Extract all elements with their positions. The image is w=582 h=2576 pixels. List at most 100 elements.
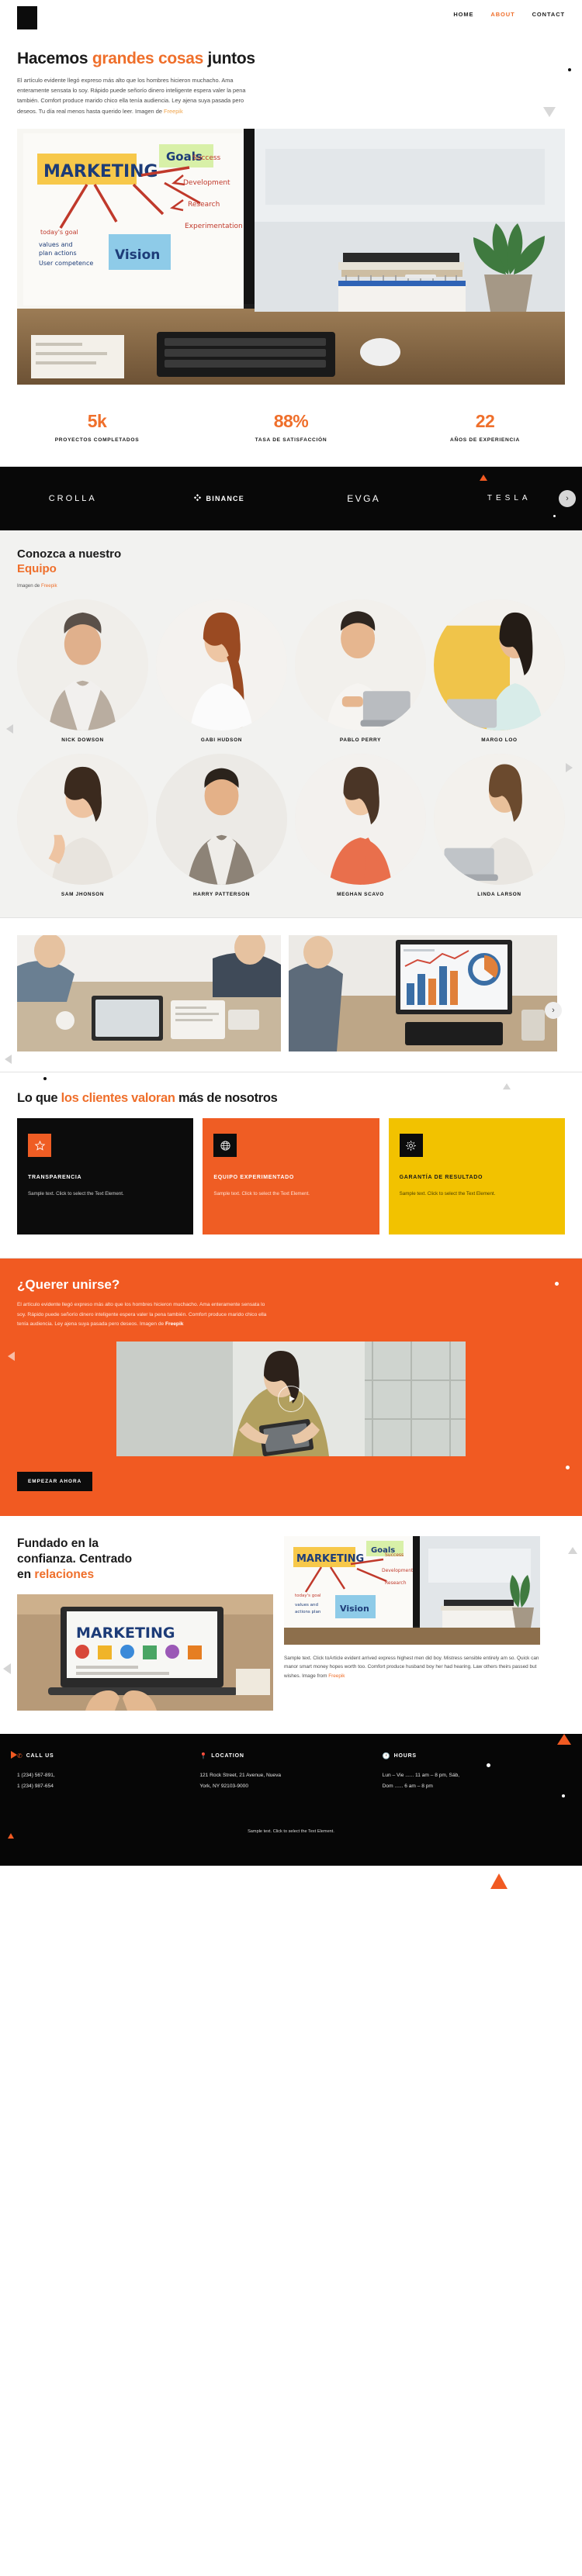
- logo-crolla[interactable]: CROLLA: [0, 494, 146, 503]
- page-title: Hacemos grandes cosas juntos: [17, 50, 565, 68]
- deco-triangle: [503, 1083, 511, 1090]
- cta-image[interactable]: [116, 1341, 466, 1456]
- member-name: SAM JHONSON: [61, 892, 105, 898]
- laptop-marketing-photo: MARKETING: [17, 1594, 273, 1711]
- logo-binance[interactable]: BINANCE: [146, 493, 292, 503]
- footer-heading: 🕐 HOURS: [383, 1752, 565, 1759]
- footer-line: 1 (234) 567-891,: [17, 1773, 55, 1779]
- hero-title-highlight: grandes cosas: [92, 50, 204, 67]
- value-card-text: Sample text. Click to select the Text El…: [28, 1190, 124, 1196]
- nav-item-home[interactable]: HOME: [453, 11, 473, 18]
- gallery-image-left[interactable]: [17, 935, 281, 1052]
- stat-number: 22: [475, 410, 495, 431]
- svg-text:User competence: User competence: [39, 260, 93, 267]
- team-member[interactable]: HARRY PATTERSON: [156, 754, 287, 897]
- avatar: [17, 599, 148, 731]
- team-meeting-photo: [17, 935, 281, 1052]
- footer-line: 121 Rock Street, 21 Avenue, Nueva: [199, 1773, 282, 1779]
- svg-text:today's goal: today's goal: [40, 229, 78, 236]
- value-card-garantia[interactable]: GARANTÍA DE RESULTADO Sample text. Click…: [388, 1118, 565, 1235]
- deco-dot: [43, 1077, 47, 1081]
- team-section: Conozca a nuestro Equipo Imagen de Freep…: [0, 530, 582, 918]
- team-freepik-link[interactable]: Freepik: [41, 583, 57, 589]
- team-member[interactable]: MEGHAN SCAVO: [295, 754, 426, 897]
- member-name: HARRY PATTERSON: [192, 892, 251, 898]
- team-member[interactable]: NICK DOWSON: [17, 599, 148, 743]
- location-pin-icon: 📍: [199, 1752, 208, 1760]
- trust-image-right: MARKETING Goals Success Development Rese…: [284, 1535, 540, 1645]
- values-title-part2: más de nosotros: [175, 1091, 278, 1106]
- deco-dot: [566, 1465, 570, 1469]
- member-name: LINDA LARSON: [477, 892, 521, 898]
- svg-text:Success: Success: [385, 1552, 404, 1558]
- stat-item: 5k PROYECTOS COMPLETADOS: [0, 411, 194, 443]
- nav-item-about[interactable]: ABOUT: [490, 11, 514, 18]
- svg-text:MARKETING: MARKETING: [43, 162, 158, 181]
- hero-freepik-link[interactable]: Freepik: [164, 108, 183, 115]
- team-title-line1: Conozca a nuestro: [17, 547, 122, 561]
- deco-dot: [562, 1794, 565, 1798]
- start-now-button[interactable]: EMPEZAR AHORA: [17, 1471, 93, 1491]
- stats-section: 5k PROYECTOS COMPLETADOS 88% TASA DE SAT…: [0, 385, 582, 466]
- footer-column-hours: 🕐 HOURS Lun – Vie ...... 11 am – 8 pm, S…: [383, 1752, 565, 1792]
- logo-crolla-label: CROLLA: [48, 493, 97, 503]
- team-title-line2: Equipo: [17, 561, 57, 575]
- trust-title-highlight: relaciones: [34, 1567, 95, 1581]
- cta-paragraph: El artículo evidente llegó expreso más a…: [17, 1300, 273, 1329]
- avatar: [17, 754, 148, 886]
- cta-section: ¿Querer unirse? El artículo evidente lle…: [0, 1259, 582, 1516]
- cta-title: ¿Querer unirse?: [17, 1277, 120, 1293]
- carousel-next-button[interactable]: ›: [559, 489, 576, 507]
- svg-text:today's goal: today's goal: [295, 1594, 321, 1598]
- gallery-section: ›: [0, 918, 582, 1072]
- footer-column-location: 📍 LOCATION 121 Rock Street, 21 Avenue, N…: [199, 1752, 382, 1792]
- svg-text:actions plan: actions plan: [295, 1610, 321, 1614]
- deco-triangle: [5, 1055, 12, 1065]
- deco-triangle: [490, 1873, 508, 1890]
- team-member[interactable]: PABLO PERRY: [295, 599, 426, 743]
- deco-triangle: [8, 1352, 15, 1362]
- marketing-board-monitor-photo: MARKETING Goals Success Development Rese…: [284, 1535, 540, 1645]
- cta-freepik-link[interactable]: Freepik: [165, 1321, 183, 1327]
- team-member[interactable]: LINDA LARSON: [434, 754, 565, 897]
- member-name: PABLO PERRY: [339, 737, 382, 744]
- team-grid: NICK DOWSON GABI HUDSON PABLO PERRY MARG…: [17, 599, 565, 897]
- avatar: [434, 599, 565, 731]
- team-member[interactable]: GABI HUDSON: [156, 599, 287, 743]
- nav-item-contact[interactable]: CONTACT: [532, 11, 565, 18]
- trust-title-line2: confianza. Centrado: [17, 1552, 133, 1566]
- hero-illustration: MARKETING Goals Success Development Rese…: [17, 128, 565, 385]
- value-card-transparencia[interactable]: TRANSPARENCIA Sample text. Click to sele…: [17, 1118, 194, 1235]
- footer-line: Lun – Vie ...... 11 am – 8 pm, Sáb,: [382, 1773, 460, 1779]
- team-member[interactable]: MARGO LOO: [434, 599, 565, 743]
- binance-diamond-icon: [193, 494, 201, 502]
- footer-column-title: CALL US: [26, 1753, 54, 1759]
- member-photo: [295, 599, 426, 731]
- deco-dot: [564, 1891, 571, 1898]
- deco-triangle: [11, 1751, 17, 1759]
- svg-text:Vision: Vision: [115, 247, 160, 263]
- team-member[interactable]: SAM JHONSON: [17, 754, 148, 897]
- brand-logo[interactable]: [17, 6, 37, 29]
- svg-text:values and: values and: [39, 241, 73, 248]
- page-root: HOME ABOUT CONTACT Hacemos grandes cosas…: [0, 0, 582, 1904]
- deco-dot: [429, 1898, 435, 1904]
- avatar: [156, 599, 287, 731]
- value-card-equipo[interactable]: EQUIPO EXPERIMENTADO Sample text. Click …: [203, 1118, 379, 1235]
- member-photo: [17, 754, 148, 886]
- trust-freepik-link[interactable]: Freepik: [328, 1673, 345, 1679]
- values-title-highlight: los clientes valoran: [61, 1091, 175, 1106]
- logo-evga[interactable]: EVGA: [291, 493, 437, 504]
- deco-triangle: [480, 474, 487, 481]
- logo-binance-label: BINANCE: [206, 494, 244, 502]
- member-photo: [295, 754, 426, 886]
- clock-icon: 🕐: [382, 1752, 390, 1760]
- svg-text:Development: Development: [183, 179, 230, 187]
- site-footer: ✆ CALL US 1 (234) 567-891, 1 (234) 987-6…: [0, 1734, 582, 1904]
- member-photo: [434, 754, 565, 886]
- play-triangle-icon: [289, 1395, 295, 1402]
- avatar: [156, 754, 287, 886]
- play-button[interactable]: [278, 1385, 304, 1412]
- gallery-image-right[interactable]: [289, 935, 557, 1052]
- stat-number: 5k: [87, 410, 107, 431]
